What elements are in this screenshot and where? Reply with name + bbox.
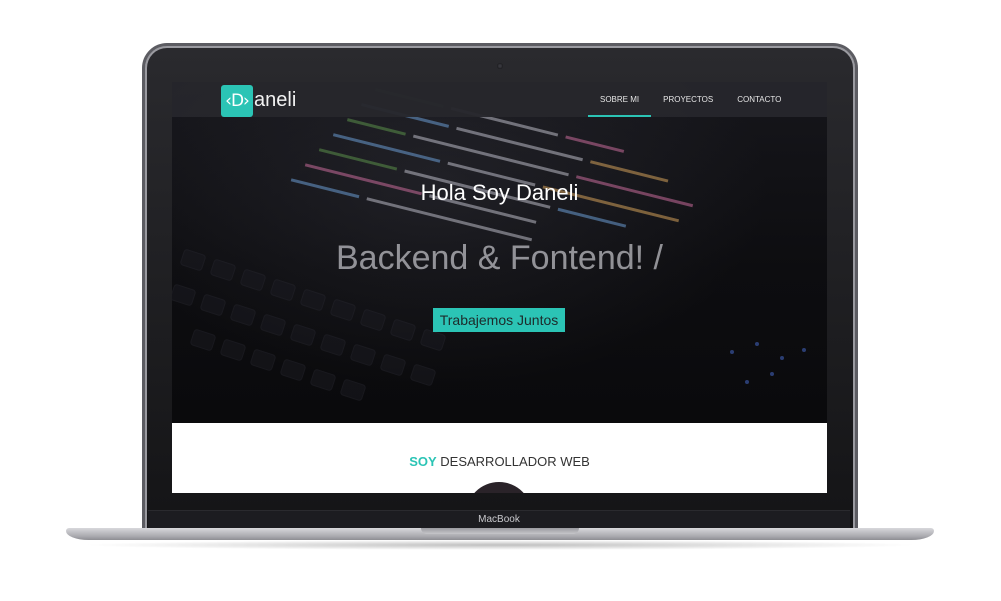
avatar [466,482,532,493]
about-heading-rest: DESARROLLADOR WEB [436,454,590,469]
about-heading: SOY DESARROLLADOR WEB [172,454,827,469]
navbar: ‹D› aneli SOBRE MI PROYECTOS CONTACTO [172,82,827,117]
logo-mark-icon: ‹D› [221,84,253,117]
laptop-screen: ‹D› aneli SOBRE MI PROYECTOS CONTACTO Ho… [172,82,827,493]
nav-contacto[interactable]: CONTACTO [725,82,793,117]
nav-sobre-mi[interactable]: SOBRE MI [588,82,652,117]
about-section: SOY DESARROLLADOR WEB [172,423,827,493]
camera-icon [497,63,503,69]
laptop-notch [421,528,579,534]
base-shadow [80,540,920,550]
hero-section: ‹D› aneli SOBRE MI PROYECTOS CONTACTO Ho… [172,82,827,423]
logo-text: aneli [254,89,297,111]
nav-proyectos[interactable]: PROYECTOS [651,82,725,117]
about-heading-accent: SOY [409,454,437,469]
nav-links: SOBRE MI PROYECTOS CONTACTO [588,82,793,117]
brand-label: MacBook [478,514,520,525]
hero-subtitle: Backend & Fontend! / [336,239,663,277]
cta-button[interactable]: Trabajemos Juntos [433,308,565,332]
site-logo[interactable]: ‹D› aneli [221,84,296,117]
hero-title: Hola Soy Daneli [420,180,579,205]
